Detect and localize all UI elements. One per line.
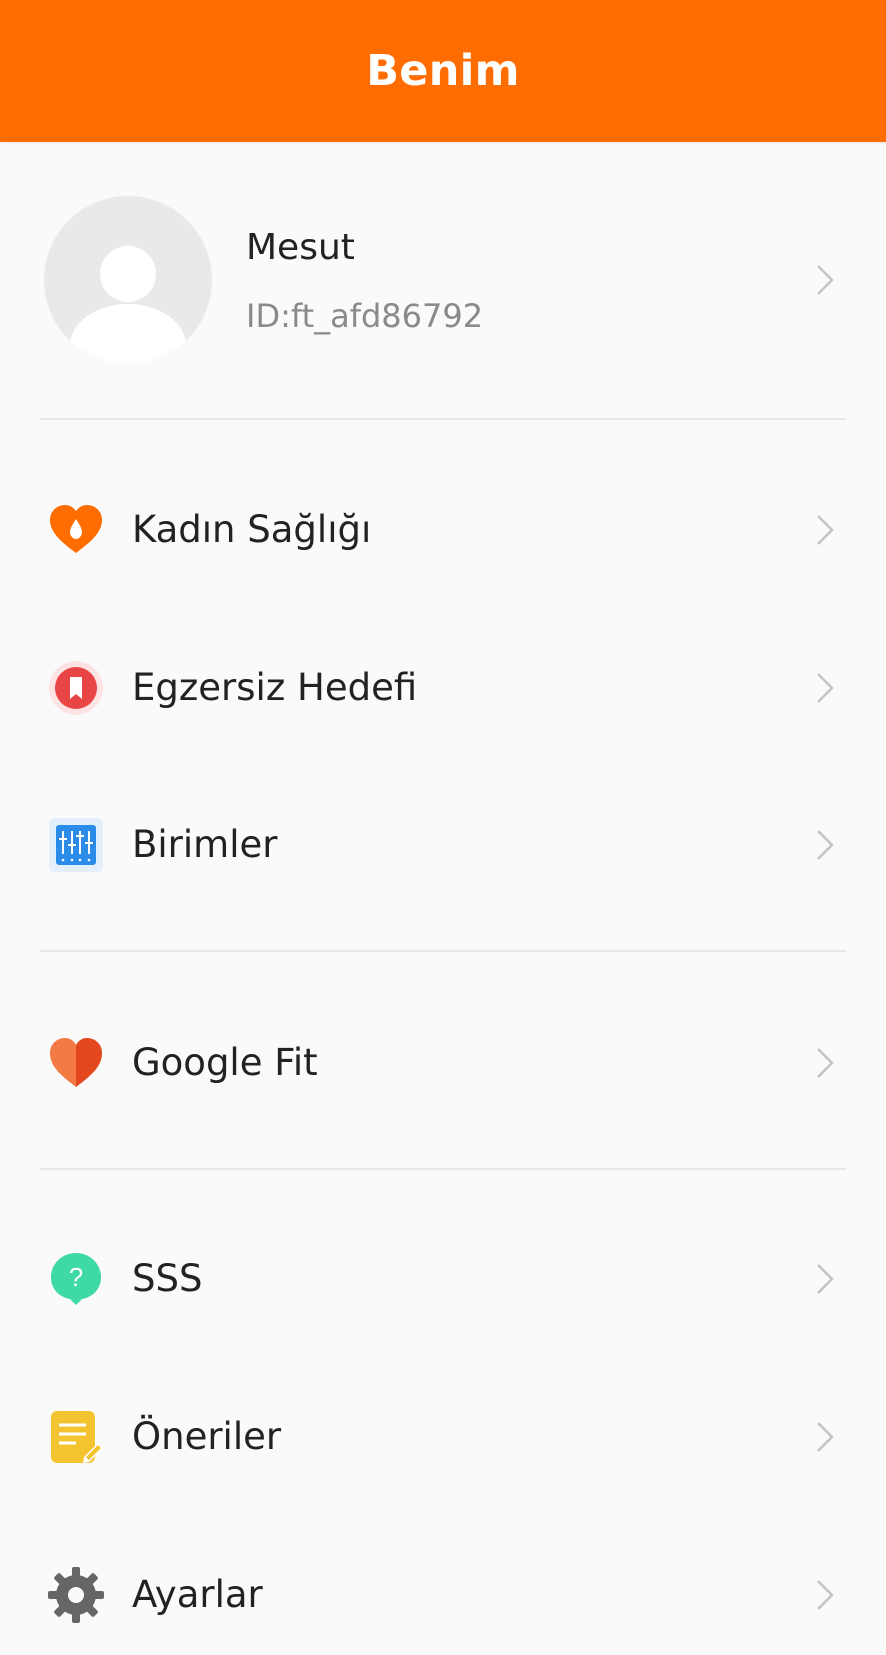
chevron-right-icon xyxy=(817,1264,834,1294)
menu-item-exercise-goal[interactable]: Egzersiz Hedefi xyxy=(0,628,886,748)
menu-item-label: Öneriler xyxy=(132,1415,282,1458)
heart-icon xyxy=(50,1038,102,1087)
user-silhouette-icon xyxy=(70,246,186,364)
divider xyxy=(40,950,846,952)
sliders-icon xyxy=(49,818,103,872)
menu-item-units[interactable]: Birimler xyxy=(0,785,886,905)
menu-item-label: Kadın Sağlığı xyxy=(132,508,372,551)
divider xyxy=(40,418,846,420)
gear-icon xyxy=(48,1567,104,1623)
menu-item-suggestions[interactable]: Öneriler xyxy=(0,1377,886,1497)
bookmark-icon xyxy=(49,661,103,715)
svg-text:?: ? xyxy=(69,1262,83,1292)
chevron-right-icon xyxy=(817,515,834,545)
menu-item-google-fit[interactable]: Google Fit xyxy=(0,1003,886,1123)
page-title: Benim xyxy=(366,46,520,96)
menu-item-label: Birimler xyxy=(132,823,278,866)
menu-item-womens-health[interactable]: Kadın Sağlığı xyxy=(0,470,886,590)
menu-item-label: Google Fit xyxy=(132,1041,318,1084)
profile-id: ID:ft_afd86792 xyxy=(246,297,484,335)
menu-item-label: Egzersiz Hedefi xyxy=(132,666,418,709)
drop-heart-icon xyxy=(50,505,102,553)
profile-name: Mesut xyxy=(246,227,355,268)
chevron-right-icon xyxy=(817,1422,834,1452)
note-icon xyxy=(51,1411,103,1463)
menu-item-faq[interactable]: ? SSS xyxy=(0,1219,886,1339)
question-icon: ? xyxy=(51,1253,101,1305)
chevron-right-icon xyxy=(817,673,834,703)
chevron-right-icon xyxy=(817,1048,834,1078)
chevron-right-icon xyxy=(817,1580,834,1610)
avatar xyxy=(44,196,212,364)
menu-item-settings[interactable]: Ayarlar xyxy=(0,1535,886,1655)
chevron-right-icon xyxy=(817,830,834,860)
menu-item-label: SSS xyxy=(132,1257,203,1300)
menu-item-label: Ayarlar xyxy=(132,1573,263,1616)
profile-card[interactable]: Mesut ID:ft_afd86792 xyxy=(0,142,886,418)
chevron-right-icon xyxy=(817,265,834,295)
app-header: Benim xyxy=(0,0,886,142)
divider xyxy=(40,1168,846,1170)
